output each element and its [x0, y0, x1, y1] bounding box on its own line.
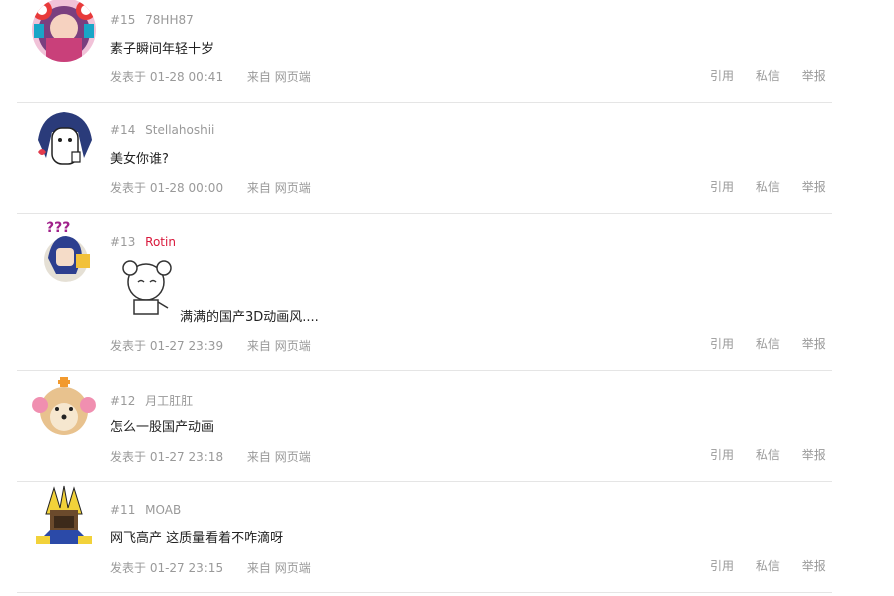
comment-footer: 发表于 01-27 23:39 来自 网页端: [110, 337, 311, 354]
comment-actions: 引用 私信 举报: [710, 557, 844, 574]
username-link[interactable]: Stellahoshii: [145, 123, 214, 137]
quote-button[interactable]: 引用: [710, 178, 734, 195]
comment-meta: #11 MOAB: [110, 503, 181, 517]
comment-item: #14 Stellahoshii 美女你谁? 发表于 01-28 00:00 来…: [0, 103, 894, 214]
post-source: 来自 网页端: [246, 450, 311, 464]
avatar[interactable]: [32, 106, 96, 170]
post-time: 发表于 01-27 23:39: [110, 339, 224, 353]
sticker-chibi-icon: [122, 260, 172, 315]
comment-meta: #14 Stellahoshii: [110, 123, 214, 137]
comment-item: #11 MOAB 网飞高产 这质量看着不咋滴呀 发表于 01-27 23:15 …: [0, 482, 894, 596]
comment-footer: 发表于 01-28 00:41 来自 网页端: [110, 68, 311, 85]
comment-list: #15 78HH87 素子瞬间年轻十岁 发表于 01-28 00:41 来自 网…: [0, 0, 894, 596]
divider: [17, 592, 832, 593]
avatar-shiba-dog-icon: [32, 375, 96, 439]
comment-text: 美女你谁?: [110, 152, 169, 167]
comment-text: 怎么一股国产动画: [110, 420, 215, 435]
message-button[interactable]: 私信: [756, 557, 780, 574]
comment-item: ??? #13 Rotin 满满的国产3D动画风.... 发表于 01-27 2…: [0, 214, 894, 371]
comment-actions: 引用 私信 举报: [710, 335, 844, 352]
quote-button[interactable]: 引用: [710, 67, 734, 84]
message-button[interactable]: 私信: [756, 335, 780, 352]
username-link[interactable]: MOAB: [145, 503, 181, 517]
username-link[interactable]: 月工肛肛: [145, 394, 193, 408]
message-button[interactable]: 私信: [756, 178, 780, 195]
comment-actions: 引用 私信 举报: [710, 446, 844, 463]
comment-item: #15 78HH87 素子瞬间年轻十岁 发表于 01-28 00:41 来自 网…: [0, 0, 894, 103]
post-time: 发表于 01-27 23:15: [110, 561, 224, 575]
comment-text: 网飞高产 这质量看着不咋滴呀: [110, 531, 284, 546]
username-link[interactable]: Rotin: [145, 235, 176, 249]
report-button[interactable]: 举报: [802, 178, 826, 195]
post-source: 来自 网页端: [246, 561, 311, 575]
report-button[interactable]: 举报: [802, 335, 826, 352]
post-time: 发表于 01-27 23:18: [110, 450, 224, 464]
sticker-image: [110, 254, 180, 318]
comment-actions: 引用 私信 举报: [710, 67, 844, 84]
avatar[interactable]: [32, 0, 96, 62]
post-source: 来自 网页端: [246, 339, 311, 353]
report-button[interactable]: 举报: [802, 446, 826, 463]
quote-button[interactable]: 引用: [710, 557, 734, 574]
comment-footer: 发表于 01-27 23:18 来自 网页端: [110, 448, 311, 465]
comment-meta: #13 Rotin: [110, 235, 176, 249]
floor-number: #14: [110, 123, 136, 137]
floor-number: #13: [110, 235, 136, 249]
floor-number: #12: [110, 394, 136, 408]
post-source: 来自 网页端: [246, 181, 311, 195]
comment-footer: 发表于 01-27 23:15 来自 网页端: [110, 559, 311, 576]
floor-number: #11: [110, 503, 136, 517]
avatar[interactable]: [32, 375, 96, 439]
avatar-confused-character-icon: ???: [32, 218, 96, 282]
avatar[interactable]: ???: [32, 218, 96, 282]
comment-text: 素子瞬间年轻十岁: [110, 42, 215, 57]
message-button[interactable]: 私信: [756, 446, 780, 463]
comment-actions: 引用 私信 举报: [710, 178, 844, 195]
report-button[interactable]: 举报: [802, 67, 826, 84]
avatar[interactable]: [32, 484, 96, 548]
comment-meta: #15 78HH87: [110, 13, 194, 27]
post-source: 来自 网页端: [246, 70, 311, 84]
avatar-hero-character-icon: [32, 484, 96, 548]
svg-text:???: ???: [46, 220, 70, 236]
comment-text: 满满的国产3D动画风....: [180, 310, 319, 325]
comment-footer: 发表于 01-28 00:00 来自 网页端: [110, 179, 311, 196]
message-button[interactable]: 私信: [756, 67, 780, 84]
username-link[interactable]: 78HH87: [145, 13, 194, 27]
comment-meta: #12 月工肛肛: [110, 392, 193, 409]
comment-item: #12 月工肛肛 怎么一股国产动画 发表于 01-27 23:18 来自 网页端…: [0, 371, 894, 482]
quote-button[interactable]: 引用: [710, 335, 734, 352]
post-time: 发表于 01-28 00:41: [110, 70, 224, 84]
quote-button[interactable]: 引用: [710, 446, 734, 463]
floor-number: #15: [110, 13, 136, 27]
avatar-chibi-thumbsup-icon: [32, 106, 96, 170]
post-time: 发表于 01-28 00:00: [110, 181, 224, 195]
avatar-anime-girl-icon: [32, 0, 96, 62]
report-button[interactable]: 举报: [802, 557, 826, 574]
